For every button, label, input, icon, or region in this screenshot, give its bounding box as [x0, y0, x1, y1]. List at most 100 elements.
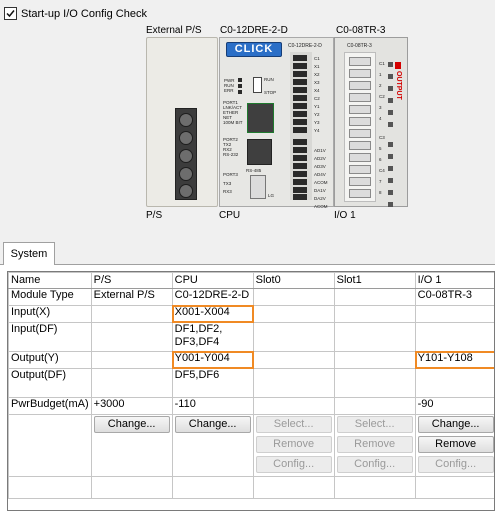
row-label: Output(Y): [8, 351, 92, 369]
table-row: Input(X) X001-X004: [8, 305, 494, 323]
io1-remove-button[interactable]: Remove: [417, 436, 494, 453]
cell-ps: [90, 351, 173, 369]
col-header-name: Name: [8, 272, 92, 289]
io-terminal-labels: C1 1 2 C2 3 4 C3 5 6 C4 7 8: [379, 61, 385, 195]
slot1-config-button[interactable]: Config...: [336, 456, 413, 473]
cell-ps: +3000: [90, 397, 173, 415]
cell-cpu: -110: [171, 397, 254, 415]
cell-io1: Y101-Y108: [414, 351, 494, 369]
slot0-select-button[interactable]: Select...: [255, 416, 332, 433]
table-row: PwrBudget(mA) +3000 -110 -90: [8, 397, 494, 415]
cell-io1: [414, 368, 494, 398]
cell-cpu: X001-X004: [171, 305, 254, 323]
port3-labels: PORT3 TX3 RX3: [223, 172, 238, 194]
cell-cpu: C0-12DRE-2-D: [171, 288, 254, 306]
cell-ps: [90, 305, 173, 323]
cell-slot0: [252, 368, 335, 398]
highlight-box: [171, 351, 254, 369]
highlight-box: [414, 351, 494, 369]
ethernet-port: [247, 103, 274, 133]
row-label: [8, 414, 92, 477]
cpu-face-model: C0-12DRE-2-D: [288, 43, 322, 49]
cell-ps-buttons: Change...: [90, 414, 173, 477]
slot0-config-button[interactable]: Config...: [255, 456, 332, 473]
col-header-io1: I/O 1: [414, 272, 494, 289]
cell-slot1: [333, 322, 416, 352]
io-output-label: OUTPUT: [395, 71, 402, 100]
slot0-remove-button[interactable]: Remove: [255, 436, 332, 453]
slot1-remove-button[interactable]: Remove: [336, 436, 413, 453]
rs232-port: [247, 139, 272, 165]
cell-slot1: [333, 397, 416, 415]
led-icon: [238, 90, 242, 94]
run-stop-switch[interactable]: [253, 77, 262, 93]
tab-system[interactable]: System: [3, 242, 55, 265]
cell-slot1-buttons: Select... Remove Config...: [333, 414, 416, 477]
io-top-label: C0-08TR-3: [336, 25, 386, 36]
cell-io1: [414, 322, 494, 352]
highlight-box: [171, 305, 254, 323]
ps-change-button[interactable]: Change...: [93, 416, 170, 433]
run-label: RUN: [264, 77, 274, 82]
cell-slot0: [252, 322, 335, 352]
config-table: Name P/S CPU Slot0 Slot1 I/O 1 Module Ty…: [8, 272, 494, 499]
cpu-top-label: C0-12DRE-2-D: [220, 25, 288, 36]
io1-change-button[interactable]: Change...: [417, 416, 494, 433]
cell-slot1: [333, 288, 416, 306]
row-label: PwrBudget(mA): [8, 397, 92, 415]
col-header-cpu: CPU: [171, 272, 254, 289]
startup-check-checkbox[interactable]: [4, 7, 17, 20]
cell-io1: -90: [414, 397, 494, 415]
cell-cpu: DF1,DF2, DF3,DF4: [171, 322, 254, 352]
io1-config-button[interactable]: Config...: [417, 456, 494, 473]
cell-slot0: [252, 397, 335, 415]
cpu-terminal-labels: C1 X1 X2 X3 X4 C2 Y1 Y2 Y3 Y4 AD1V AD2V AD3V AD4…: [314, 56, 328, 209]
io-bottom-label: I/O 1: [334, 210, 356, 221]
led-icon: [238, 84, 242, 88]
row-label: Input(DF): [8, 322, 92, 352]
slot1-select-button[interactable]: Select...: [336, 416, 413, 433]
row-label: Module Type: [8, 288, 92, 306]
cell-cpu-buttons: Change...: [171, 414, 254, 477]
stop-label: STOP: [264, 90, 277, 95]
cell-io1: [414, 305, 494, 323]
cpu-bottom-label: CPU: [219, 210, 241, 221]
cell-cpu: Y001-Y004: [171, 351, 254, 369]
cell-slot0: [252, 288, 335, 306]
cell-slot0-buttons: Select... Remove Config...: [252, 414, 335, 477]
row-label: Input(X): [8, 305, 92, 323]
col-header-ps: P/S: [90, 272, 173, 289]
cpu-change-button[interactable]: Change...: [174, 416, 251, 433]
table-row: Output(DF) DF5,DF6: [8, 368, 494, 398]
row-label: Output(DF): [8, 368, 92, 398]
ps-bottom-label: P/S: [146, 210, 163, 221]
cell-slot1: [333, 305, 416, 323]
startup-check-label: Start-up I/O Config Check: [21, 7, 147, 20]
cell-slot1: [333, 351, 416, 369]
ps-top-label: External P/S: [146, 25, 202, 36]
table-row: Input(DF) DF1,DF2, DF3,DF4: [8, 322, 494, 352]
rs485-label: RS-485: [246, 168, 262, 173]
cell-slot0: [252, 351, 335, 369]
table-row: Module Type External P/S C0-12DRE-2-D C0…: [8, 288, 494, 306]
cpu-led-labels: PWR RUN ERR: [224, 78, 235, 93]
io-face-model: C0-08TR-3: [347, 43, 372, 49]
output-indicator-icon: [395, 62, 401, 69]
io-terminal-block: [344, 52, 376, 202]
led-icon: [238, 78, 242, 82]
col-header-slot0: Slot0: [252, 272, 335, 289]
startup-io-config-check[interactable]: Start-up I/O Config Check: [4, 7, 147, 20]
table-row: Output(Y) Y001-Y004 Y101-Y108: [8, 351, 494, 369]
cell-slot0: [252, 305, 335, 323]
cpu-terminal-strip: [290, 52, 312, 200]
click-logo: CLICK: [226, 42, 282, 57]
cell-io1: C0-08TR-3: [414, 288, 494, 306]
button-row: Change... Change... Select... Remove Con…: [8, 414, 494, 477]
port1-labels: PORT1 LNK/ACT ETHER NET 100M BIT: [223, 100, 243, 125]
cell-slot1: [333, 368, 416, 398]
rs485-terminal: [250, 175, 266, 199]
header-row: Name P/S CPU Slot0 Slot1 I/O 1: [8, 272, 494, 289]
cell-io1-buttons: Change... Remove Config...: [414, 414, 494, 477]
cell-ps: [90, 322, 173, 352]
table-row: [8, 476, 494, 499]
